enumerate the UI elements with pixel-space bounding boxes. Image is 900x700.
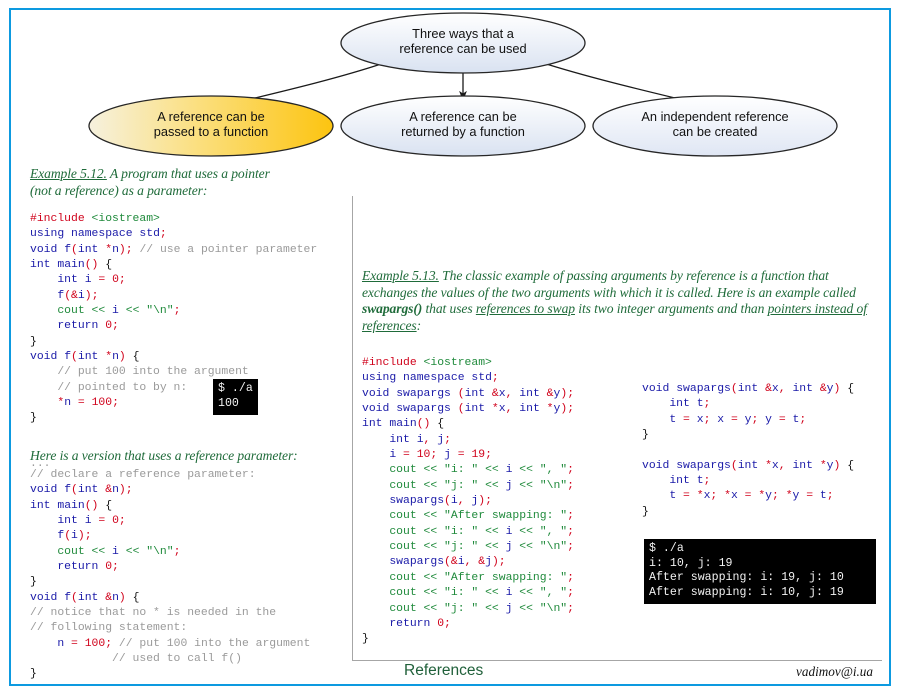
footer-title: References: [404, 662, 484, 679]
diagram-node-root-line2: reference can be used: [399, 41, 526, 56]
reference-usage-diagram: Three ways that a reference can be used …: [88, 12, 838, 157]
example-513-text-d: its two integer arguments and than: [574, 301, 768, 316]
example-513-bold-fn: swapargs(): [362, 301, 423, 316]
diagram-node-2-line1: A reference can be: [409, 109, 516, 124]
diagram-node-3-line1: An independent reference: [641, 109, 788, 124]
diagram-node-3-line2: can be created: [673, 124, 758, 139]
footer-divider: [352, 660, 882, 661]
diagram-node-2-line2: returned by a function: [401, 124, 525, 139]
reference-version-note: Here is a version that uses a reference …: [30, 448, 298, 463]
diagram-node-1-line1: A reference can be: [157, 109, 264, 124]
code-block-reference-version: // declare a reference parameter: void f…: [30, 469, 311, 681]
column-divider: [352, 196, 353, 660]
example-513-text-b: example called: [775, 284, 856, 300]
example-512-caption: Example 5.12. A program that uses a poin…: [30, 166, 330, 199]
example-513-text-e: :: [416, 317, 422, 333]
code-block-pointer-version: #include <iostream> using namespace std;…: [30, 213, 318, 425]
example-513-caption: Example 5.13. The classic example of pas…: [362, 268, 882, 334]
code-block-swap-definitions: void swapargs(int &x, int &y) { int t; t…: [642, 383, 855, 518]
slide-canvas: Three ways that a reference can be used …: [0, 0, 900, 700]
example-513-underline-a: references to swap: [475, 301, 575, 316]
diagram-node-1-line2: passed to a function: [154, 124, 269, 139]
example-512-label: Example 5.12.: [30, 166, 107, 181]
example-513-text-c: that uses: [422, 301, 476, 316]
terminal-output-swap: $ ./a i: 10, j: 19 After swapping: i: 19…: [644, 539, 876, 605]
diagram-node-root-line1: Three ways that a: [412, 26, 515, 41]
example-512-text-line2: (not a reference) as a parameter:: [30, 182, 208, 198]
example-512-text-line1: A program that uses a pointer: [106, 166, 270, 181]
example-513-label: Example 5.13.: [362, 268, 439, 283]
terminal-output-pointer: $ ./a 100: [213, 379, 258, 416]
code-block-swap-main: #include <iostream> using namespace std;…: [362, 357, 575, 646]
footer-email: vadimov@i.ua: [796, 664, 873, 679]
